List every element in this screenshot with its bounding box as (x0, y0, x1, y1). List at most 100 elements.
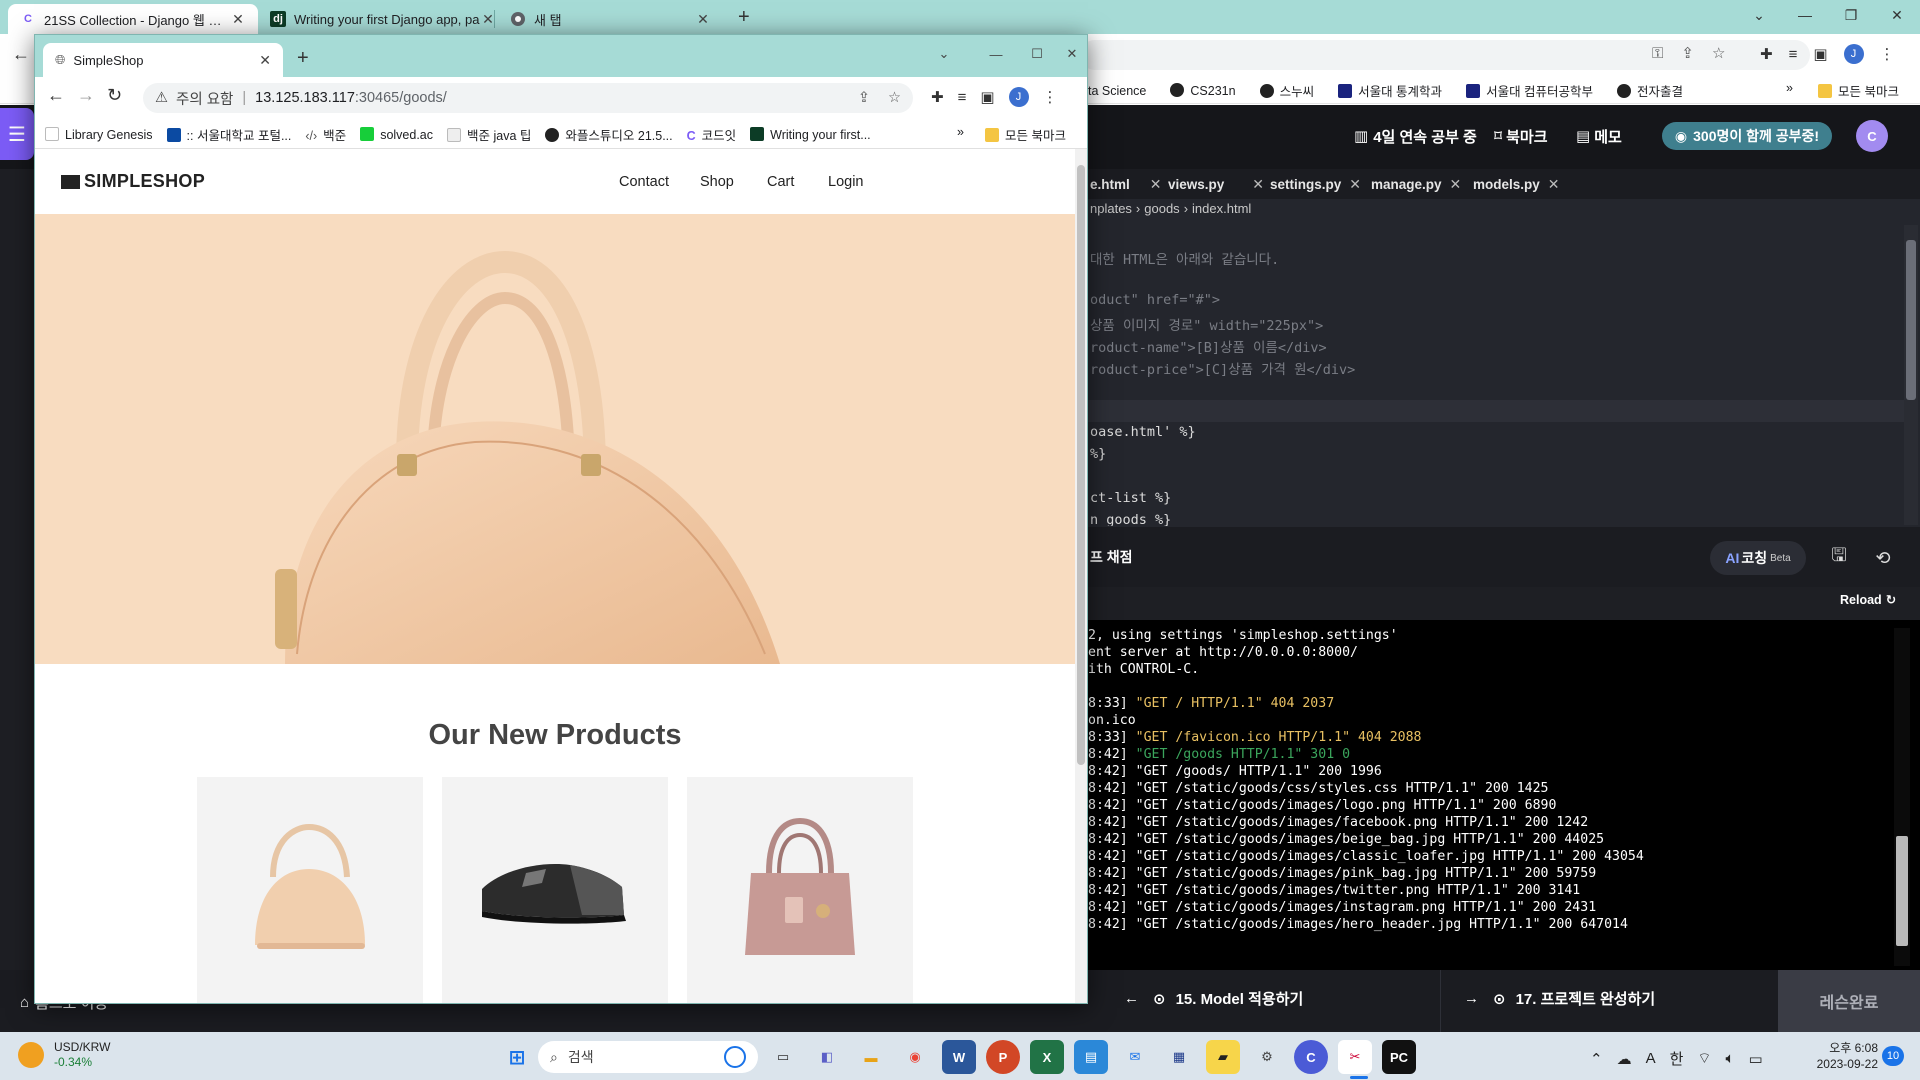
notes-app-icon[interactable]: ▤ (1074, 1040, 1108, 1074)
next-lesson-button[interactable]: → ⊙ 17. 프로젝트 완성하기 (1464, 988, 1655, 1009)
ai-coaching-button[interactable]: AI 코칭 Beta (1710, 541, 1806, 575)
task-view-icon[interactable]: ▭ (766, 1040, 800, 1074)
weather-widget[interactable]: USD/KRW -0.34% (18, 1040, 110, 1070)
codeit-app-icon[interactable]: C (1294, 1040, 1328, 1074)
nav-shop[interactable]: Shop (700, 174, 734, 190)
back-arrow-icon[interactable]: ← (47, 85, 65, 106)
terminal-scroll-thumb[interactable] (1896, 836, 1908, 946)
nav-login[interactable]: Login (828, 174, 863, 190)
excel-icon[interactable]: X (1030, 1040, 1064, 1074)
lesson-menu-button[interactable]: ☰ (0, 108, 34, 160)
product-card[interactable] (687, 777, 913, 1003)
site-logo[interactable]: SIMPLESHOP (61, 171, 205, 192)
windows-start-icon[interactable]: ⊞ (500, 1040, 534, 1074)
studying-together-badge[interactable]: ◉ 300명이 함께 공부중! (1662, 122, 1832, 150)
maximize-button[interactable]: ☐ (1019, 37, 1055, 71)
bookmark-item[interactable]: ‹/› 백준 (305, 125, 346, 144)
avatar[interactable]: J (1843, 44, 1864, 64)
bookmark-button[interactable]: ⌑ 북마크 (1494, 122, 1548, 150)
close-tab-icon[interactable]: ✕ (695, 11, 711, 28)
new-tab-button[interactable]: + (297, 47, 309, 70)
snipping-tool-icon[interactable]: ✂ (1338, 1040, 1372, 1074)
prev-lesson-button[interactable]: ← ⊙ 15. Model 적용하기 (1124, 988, 1303, 1009)
media-icon[interactable]: ≡ (958, 89, 967, 106)
avatar[interactable]: J (1008, 87, 1029, 107)
bookmark-item[interactable]: Writing your first... (750, 127, 871, 142)
wifi-icon[interactable]: ⌔ (1697, 1049, 1711, 1068)
editor-tab[interactable]: models.py ✕ (1473, 169, 1560, 199)
close-icon[interactable]: ✕ (1252, 176, 1264, 193)
tab-new-tab[interactable]: 새 탭 ✕ (498, 4, 723, 34)
close-window-button[interactable]: ✕ (1057, 37, 1087, 71)
editor-tab[interactable]: manage.py ✕ (1371, 169, 1461, 199)
tab-search-icon[interactable]: ⌄ (921, 37, 967, 71)
calculator-icon[interactable]: ▦ (1162, 1040, 1196, 1074)
share-icon[interactable]: ⇪ (858, 90, 870, 106)
bookmark-folder[interactable]: 모든 북마크 (985, 125, 1066, 144)
page-scroll-thumb[interactable] (1077, 165, 1085, 765)
back-arrow-icon[interactable]: ← (12, 44, 30, 65)
save-icon[interactable]: 🖫 (1824, 543, 1854, 573)
password-icon[interactable]: ⚿ (1652, 45, 1663, 62)
bookmark-item[interactable]: :: 서울대학교 포털... (166, 125, 291, 144)
chrome-icon[interactable]: ◉ (898, 1040, 932, 1074)
mail-icon[interactable]: ✉ (1118, 1040, 1152, 1074)
teams-icon[interactable]: ◧ (810, 1040, 844, 1074)
file-explorer-icon[interactable]: ▬ (854, 1040, 888, 1074)
forward-arrow-icon[interactable]: → (77, 85, 95, 106)
pycharm-icon[interactable]: PC (1382, 1040, 1416, 1074)
bookmark-item[interactable]: 서울대 컴퓨터공학부 (1466, 81, 1593, 100)
bookmark-item[interactable]: 전자출결 (1617, 81, 1683, 100)
close-icon[interactable]: ✕ (1450, 176, 1462, 193)
product-card[interactable] (442, 777, 668, 1003)
sidepanel-icon[interactable]: ▣ (1813, 45, 1827, 63)
nav-contact[interactable]: Contact (619, 174, 669, 190)
reload-icon[interactable]: ↻ (107, 85, 122, 106)
taskbar-search[interactable]: ⌕ 검색 (538, 1041, 758, 1073)
memo-button[interactable]: ▤ 메모 (1576, 122, 1622, 150)
minimize-button[interactable]: — (1782, 0, 1828, 30)
lesson-complete-button[interactable]: 레슨완료 (1778, 970, 1920, 1032)
address-bar[interactable]: ⚠ 주의 요함 | 13.125.183.117:30465/goods/ ⇪ … (143, 83, 913, 113)
bookmark-item[interactable]: 와플스튜디오 21.5... (545, 125, 673, 144)
bookmark-item[interactable]: solved.ac (360, 127, 433, 142)
tab-simpleshop[interactable]: 🌐︎ SimpleShop ✕ (43, 43, 283, 77)
close-icon[interactable]: ✕ (1349, 176, 1361, 193)
maximize-button[interactable]: ❐ (1828, 0, 1874, 30)
tab-codeit-collection[interactable]: C 21SS Collection - Django 웹 개발 ✕ (8, 4, 258, 34)
menu-icon[interactable]: ⋮ (1880, 45, 1895, 63)
security-label[interactable]: 주의 요함 (176, 88, 233, 109)
product-card[interactable] (197, 777, 423, 1003)
new-tab-button[interactable]: + (738, 6, 750, 29)
battery-icon[interactable]: ▭ (1749, 1050, 1763, 1068)
editor-tab[interactable]: views.py ✕ (1168, 169, 1264, 199)
notification-badge[interactable]: 10 (1882, 1046, 1904, 1066)
reload-button[interactable]: Reload ↻ (1840, 592, 1896, 608)
close-icon[interactable]: ✕ (1548, 176, 1560, 193)
extensions-icon[interactable]: ✚ (931, 88, 944, 106)
sticky-notes-icon[interactable]: ▰ (1206, 1040, 1240, 1074)
bookmark-folder[interactable]: 모든 북마크 (1818, 81, 1899, 100)
powerpoint-icon[interactable]: P (986, 1040, 1020, 1074)
media-icon[interactable]: ≡ (1789, 46, 1798, 63)
bookmark-item[interactable]: 서울대 통계학과 (1338, 81, 1442, 100)
self-grading-button[interactable]: 프 채점 (1090, 547, 1133, 567)
cloud-icon[interactable]: ☁ (1617, 1050, 1632, 1068)
close-tab-icon[interactable]: ✕ (259, 52, 271, 69)
star-icon[interactable]: ☆ (888, 90, 901, 106)
bookmark-item[interactable]: 스누씨 (1259, 81, 1314, 100)
bookmarks-overflow-button[interactable]: » (1786, 81, 1793, 95)
star-icon[interactable]: ☆ (1712, 44, 1725, 62)
bookmark-item[interactable]: C 코드잇 (687, 125, 737, 144)
settings-gear-icon[interactable]: ⚙ (1250, 1040, 1284, 1074)
clock[interactable]: 오후 6:08 2023-09-22 (1806, 1040, 1878, 1072)
close-icon[interactable]: ✕ (1150, 176, 1162, 193)
language-indicator[interactable]: A (1646, 1050, 1656, 1067)
editor-scroll-thumb[interactable] (1906, 240, 1916, 400)
word-icon[interactable]: W (942, 1040, 976, 1074)
chevron-up-icon[interactable]: ⌃ (1590, 1050, 1603, 1068)
bookmarks-overflow-button[interactable]: » (957, 125, 964, 139)
editor-tab[interactable]: e.html ✕ (1090, 169, 1162, 199)
tab-django-tutorial[interactable]: dj Writing your first Django app, pa ✕ (258, 4, 508, 34)
minimize-button[interactable]: — (973, 37, 1019, 71)
